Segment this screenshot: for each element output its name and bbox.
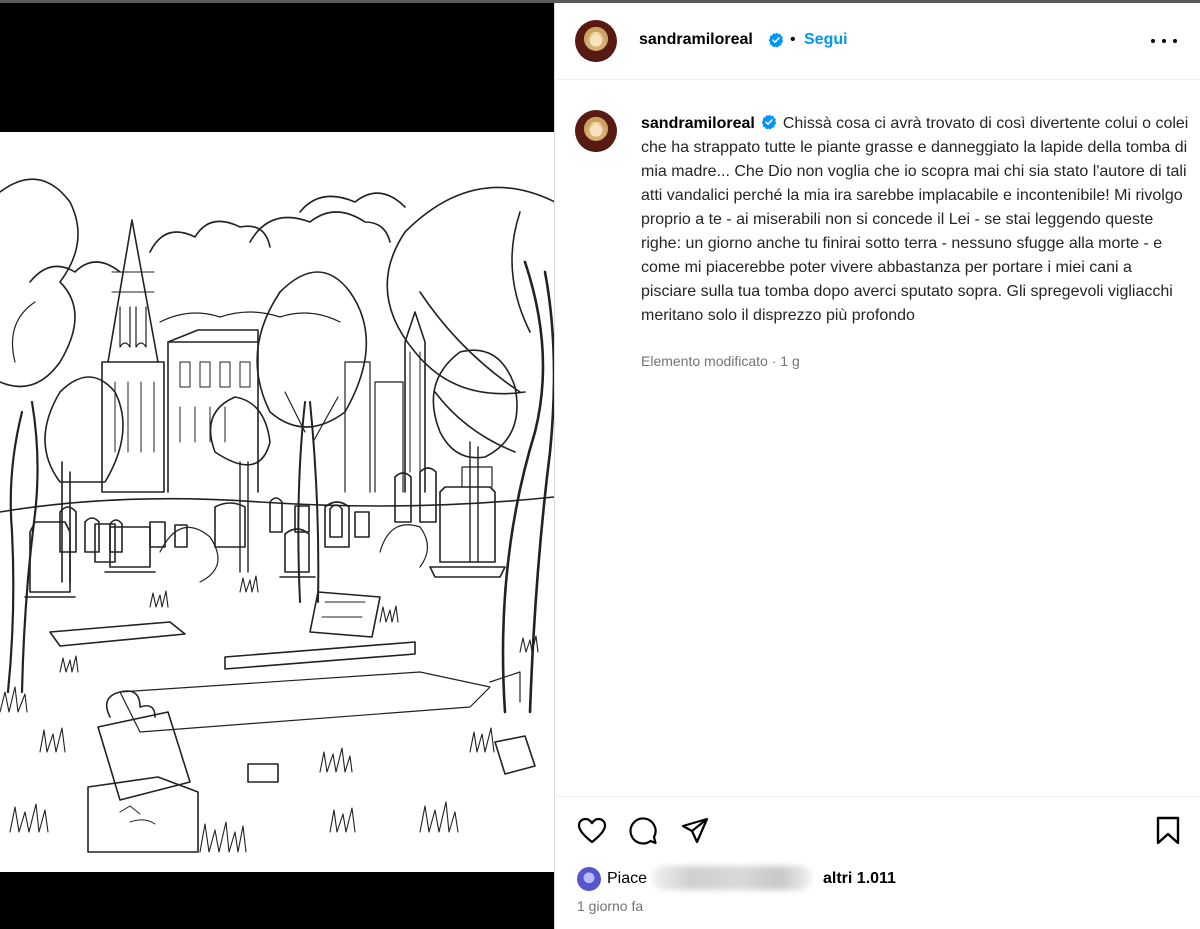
caption-author-avatar[interactable] [575,110,617,152]
post-media[interactable] [0,3,554,929]
heart-icon[interactable] [577,817,607,845]
post-timestamp[interactable]: 1 giorno fa [577,898,643,914]
likes-prefix: Piace [607,870,648,887]
redacted-liker-name [652,866,812,890]
author-username[interactable]: sandramiloreal [639,31,753,49]
post-header: sandramiloreal • Segui [555,3,1200,80]
instagram-post-window: sandramiloreal • Segui sandramiloreal Ch… [0,0,1200,929]
verified-badge-icon [761,114,777,130]
post-actions-bar [555,796,1200,866]
caption-text: Chissà cosa ci avrà trovato di così dive… [641,115,1189,324]
more-options-icon[interactable] [1149,29,1179,53]
paper-plane-icon[interactable] [680,816,710,846]
follow-button[interactable]: Segui [804,31,848,49]
verified-badge-icon [768,32,784,48]
caption-username[interactable]: sandramiloreal [641,115,755,132]
header-separator: • [790,31,796,48]
bookmark-icon[interactable] [1155,816,1181,846]
post-details-panel: sandramiloreal • Segui sandramiloreal Ch… [554,3,1200,929]
post-caption: sandramiloreal Chissà cosa ci avrà trova… [641,112,1189,328]
caption-edited-meta: Elemento modificato · 1 g [641,353,800,369]
author-avatar[interactable] [575,20,617,62]
likes-count[interactable]: altri 1.011 [823,870,896,888]
comment-bubble-icon[interactable] [628,816,658,846]
liker-avatar[interactable] [577,867,601,891]
comments-section: sandramiloreal Chissà cosa ci avrà trova… [555,81,1200,796]
likes-summary[interactable]: Piace altri 1.011 [575,864,1175,894]
post-image-cemetery-illustration[interactable] [0,132,554,872]
